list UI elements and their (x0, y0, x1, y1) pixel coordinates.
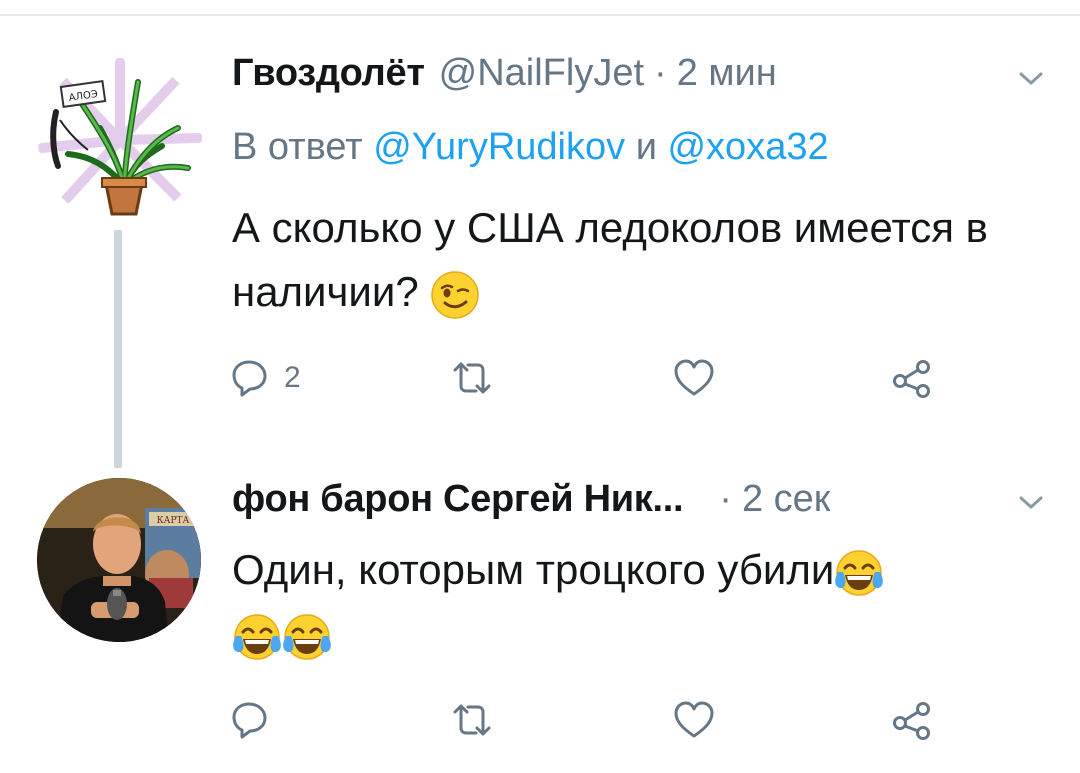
tweet-actions: 2 (228, 356, 948, 400)
face-with-tears-of-joy-emoji-icon (835, 550, 884, 596)
avatar[interactable]: АЛОЭ (38, 58, 202, 222)
like-button[interactable] (672, 698, 716, 742)
share-icon (893, 360, 930, 398)
user-handle[interactable]: @NailFlyJet (439, 52, 644, 95)
reply-count: 2 (284, 361, 301, 394)
chevron-down-icon[interactable] (1018, 494, 1044, 512)
tweet-header: фон барон Сергей Ник... · 2 сек (232, 478, 830, 521)
reply-to-line: В ответ @YuryRudikov и @xoxa32 (232, 126, 829, 169)
tweet-text: Один, которым троцкого убили (232, 538, 1052, 666)
chevron-down-icon[interactable] (1018, 70, 1044, 88)
face-with-tears-of-joy-emoji-icon (233, 614, 281, 660)
top-divider (0, 14, 1080, 16)
tweet-actions (228, 698, 948, 742)
retweet-icon (453, 362, 491, 394)
retweet-button[interactable] (450, 356, 494, 400)
separator-dot: · (719, 478, 732, 520)
retweet-button[interactable] (450, 698, 494, 742)
winking-face-emoji-icon (431, 271, 480, 319)
timestamp[interactable]: 2 сек (742, 478, 830, 521)
tweet-header: Гвоздолёт @NailFlyJet · 2 мин (232, 52, 777, 95)
svg-text:КАРТА: КАРТА (157, 516, 190, 526)
share-button[interactable] (890, 698, 934, 742)
reply-button[interactable] (228, 698, 284, 742)
reply-to-conjunction: и (635, 126, 657, 168)
retweet-icon (453, 704, 491, 736)
tweet-text-content: Один, которым троцкого убили (232, 546, 835, 593)
share-button[interactable] (890, 356, 934, 400)
heart-icon (674, 359, 714, 396)
timestamp[interactable]: 2 мин (677, 52, 777, 95)
tweet-text: А сколько у США ледоколов имеется в нали… (232, 196, 992, 324)
reply-to-prefix: В ответ (232, 126, 363, 168)
tweet-text-content: А сколько у США ледоколов имеется в нали… (232, 204, 988, 315)
heart-icon (674, 701, 714, 738)
separator-dot: · (654, 52, 667, 94)
reply-button[interactable]: 2 (228, 356, 301, 400)
aloe-plant-avatar-image: АЛОЭ (38, 58, 202, 216)
avatar[interactable]: КАРТА (37, 478, 201, 642)
thread-connector-line (114, 230, 122, 468)
mention-link[interactable]: @xoxa32 (667, 126, 828, 168)
reply-icon (232, 360, 267, 397)
display-name[interactable]: Гвоздолёт (232, 52, 425, 95)
display-name[interactable]: фон барон Сергей Ник... (232, 478, 684, 521)
face-with-tears-of-joy-emoji-icon (283, 614, 331, 660)
mention-link[interactable]: @YuryRudikov (373, 126, 625, 168)
man-photo-avatar-image: КАРТА (37, 478, 201, 642)
reply-icon (232, 702, 267, 739)
like-button[interactable] (672, 356, 716, 400)
share-icon (893, 702, 930, 740)
